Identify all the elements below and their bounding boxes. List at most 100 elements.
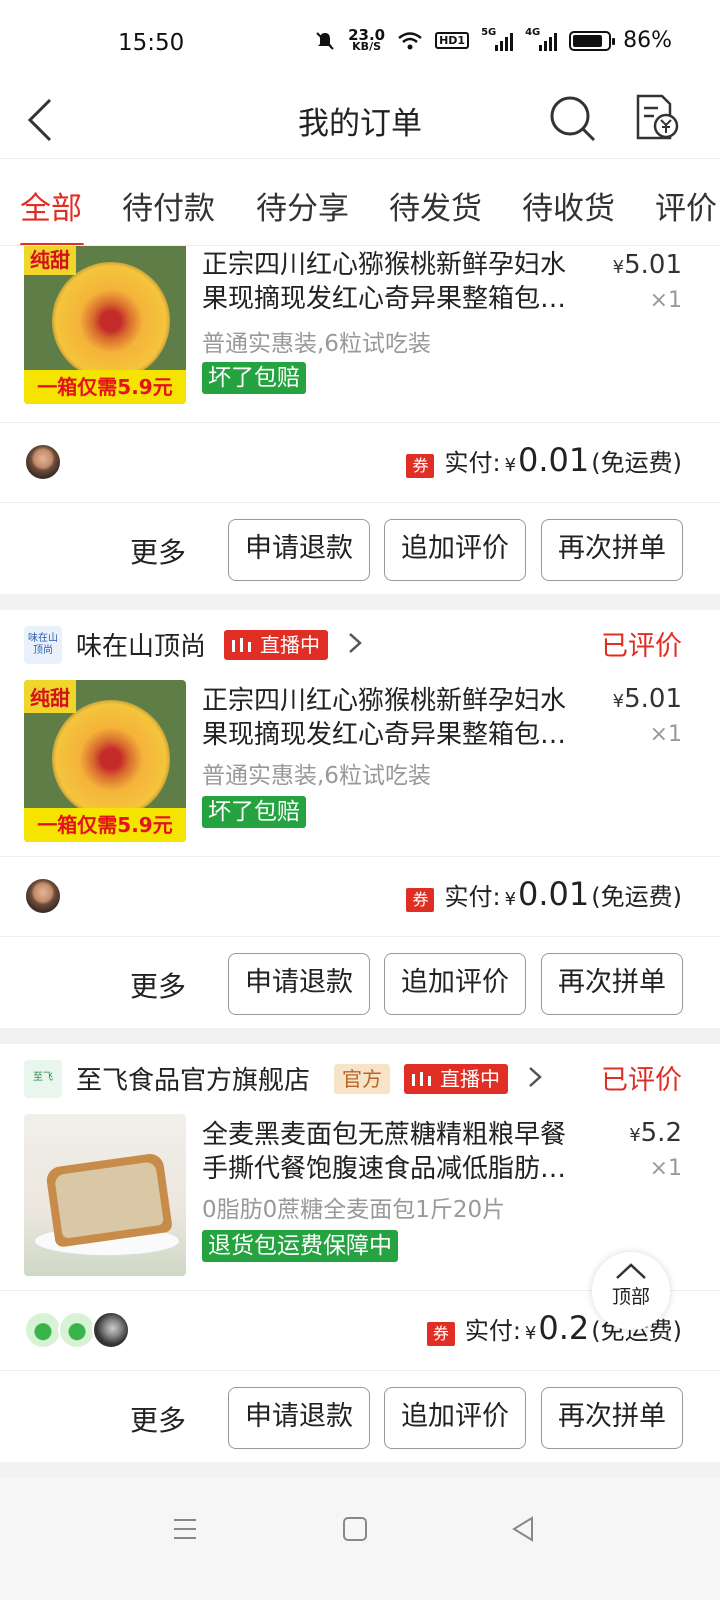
order-actions: 更多 申请退款 追加评价 再次拼单 — [0, 502, 720, 594]
status-time: 15:50 — [118, 30, 185, 56]
tab-pending-payment[interactable]: 待付款 — [122, 183, 215, 228]
guarantee-badge: 坏了包赔 — [202, 796, 306, 828]
order-card: 味在山顶尚 味在山顶尚 直播中 已评价 纯甜 一箱仅需5.9元 正宗四川红心猕猴… — [0, 610, 720, 1028]
coupon-icon: 券 — [426, 1322, 455, 1346]
avatar — [92, 1311, 130, 1349]
bill-icon[interactable] — [632, 92, 682, 144]
live-bars-icon — [232, 638, 251, 652]
product-spec: 普通实惠装,6粒试吃装 — [202, 331, 431, 357]
product-price: ¥5.2 — [629, 1118, 682, 1148]
product-price: ¥5.01 — [612, 250, 682, 280]
tab-pending-receive[interactable]: 待收货 — [522, 183, 615, 228]
product-spec: 0脂肪0蔗糖全麦面包1斤20片 — [202, 1197, 506, 1223]
net-speed: 23.0 KB/S — [348, 25, 386, 53]
add-review-button[interactable]: 追加评价 — [384, 953, 526, 1015]
tab-pending-share[interactable]: 待分享 — [256, 183, 349, 228]
product-price: ¥5.01 — [612, 684, 682, 714]
order-card: 至飞 至飞食品官方旗舰店 官方 直播中 已评价 全麦黑麦面包无蔗糖精粗粮早餐 手… — [0, 1044, 720, 1462]
product-spec: 普通实惠装,6粒试吃装 — [202, 763, 431, 789]
chevron-up-icon — [616, 1263, 646, 1279]
product-quantity: ×1 — [649, 1156, 682, 1181]
tab-all[interactable]: 全部 — [20, 183, 82, 228]
group-avatars — [24, 1311, 130, 1349]
header: 我的订单 — [0, 88, 720, 158]
refund-button[interactable]: 申请退款 — [228, 953, 370, 1015]
more-button[interactable]: 更多 — [130, 965, 186, 1005]
menu-icon[interactable] — [170, 1514, 200, 1544]
reorder-button[interactable]: 再次拼单 — [541, 953, 683, 1015]
back-to-top-button[interactable]: 顶部 — [592, 1252, 670, 1330]
live-bars-icon — [412, 1072, 431, 1086]
search-icon[interactable] — [548, 94, 598, 144]
divider — [0, 1028, 720, 1044]
add-review-button[interactable]: 追加评价 — [384, 1387, 526, 1449]
refund-button[interactable]: 申请退款 — [228, 1387, 370, 1449]
wifi-icon — [398, 31, 422, 49]
chevron-right-icon[interactable] — [526, 1062, 544, 1092]
guarantee-badge: 退货包运费保障中 — [202, 1230, 398, 1262]
shop-logo: 至飞 — [24, 1060, 62, 1098]
product-title: 正宗四川红心猕猴桃新鲜孕妇水 果现摘现发红心奇异果整箱包… — [202, 686, 567, 750]
tab-pending-ship[interactable]: 待发货 — [389, 183, 482, 228]
product-quantity: ×1 — [649, 722, 682, 747]
paid-amount: 0.2 — [538, 1309, 590, 1347]
order-status: 已评价 — [601, 1065, 682, 1096]
product-image: 纯甜 一箱仅需5.9元 — [24, 680, 186, 842]
group-avatars — [24, 877, 62, 915]
more-button[interactable]: 更多 — [130, 1399, 186, 1439]
group-avatars — [24, 443, 62, 481]
payment-info: 券 实付: ¥ 0.01 (免运费) — [406, 441, 682, 479]
battery-level — [573, 34, 603, 47]
shop-logo: 味在山顶尚 — [24, 626, 62, 664]
battery-percent: 86% — [623, 28, 672, 53]
avatar — [24, 1311, 62, 1349]
product-quantity: ×1 — [649, 288, 682, 313]
add-review-button[interactable]: 追加评价 — [384, 519, 526, 581]
more-button[interactable]: 更多 — [130, 531, 186, 571]
order-card: 纯甜 一箱仅需5.9元 正宗四川红心猕猴桃新鲜孕妇水 果现摘现发红心奇异果整箱包… — [0, 246, 720, 594]
order-actions: 更多 申请退款 追加评价 再次拼单 — [0, 1370, 720, 1464]
order-tabs: 全部 待付款 待分享 待发货 待收货 评价 — [0, 158, 720, 246]
signal-5g-icon: 5G — [481, 27, 514, 51]
product-title: 全麦黑麦面包无蔗糖精粗粮早餐 手撕代餐饱腹速食品减低脂肪… — [202, 1120, 567, 1184]
live-badge[interactable]: 直播中 — [404, 1064, 508, 1094]
tab-review[interactable]: 评价 — [655, 183, 717, 228]
chevron-right-icon[interactable] — [346, 628, 364, 658]
reorder-button[interactable]: 再次拼单 — [541, 519, 683, 581]
payment-row: 券 实付: ¥ 0.01 (免运费) — [0, 422, 720, 502]
product-image: 纯甜 一箱仅需5.9元 — [24, 246, 186, 404]
paid-amount: 0.01 — [518, 441, 590, 479]
page-title: 我的订单 — [298, 106, 422, 142]
refund-button[interactable]: 申请退款 — [228, 519, 370, 581]
avatar — [24, 877, 62, 915]
paid-amount: 0.01 — [518, 875, 590, 913]
divider — [0, 594, 720, 610]
divider — [0, 1462, 720, 1478]
system-nav-bar — [0, 1478, 720, 1600]
product-image — [24, 1114, 186, 1276]
shop-name[interactable]: 味在山顶尚 — [76, 626, 206, 663]
shop-name[interactable]: 至飞食品官方旗舰店 — [76, 1060, 310, 1097]
status-icons: 23.0 KB/S HD1 5G 4G 86% — [314, 25, 672, 53]
shop-row[interactable]: 味在山顶尚 味在山顶尚 直播中 已评价 — [0, 610, 720, 680]
live-badge[interactable]: 直播中 — [224, 630, 328, 660]
home-icon[interactable] — [340, 1514, 370, 1544]
order-status: 已评价 — [601, 631, 682, 662]
coupon-icon: 券 — [406, 454, 435, 478]
battery-icon — [569, 30, 616, 51]
mute-bell-icon — [316, 31, 334, 50]
payment-info: 券 实付: ¥ 0.01 (免运费) — [406, 875, 682, 913]
back-nav-icon[interactable] — [508, 1514, 538, 1544]
order-actions: 更多 申请退款 追加评价 再次拼单 — [0, 936, 720, 1030]
product-item[interactable]: 纯甜 一箱仅需5.9元 正宗四川红心猕猴桃新鲜孕妇水 果现摘现发红心奇异果整箱包… — [0, 246, 720, 422]
reorder-button[interactable]: 再次拼单 — [541, 1387, 683, 1449]
avatar — [24, 443, 62, 481]
shop-row[interactable]: 至飞 至飞食品官方旗舰店 官方 直播中 已评价 — [0, 1044, 720, 1114]
product-item[interactable]: 纯甜 一箱仅需5.9元 正宗四川红心猕猴桃新鲜孕妇水 果现摘现发红心奇异果整箱包… — [0, 680, 720, 856]
coupon-icon: 券 — [406, 888, 435, 912]
official-badge: 官方 — [334, 1064, 390, 1094]
guarantee-badge: 坏了包赔 — [202, 362, 306, 394]
payment-row: 券 实付: ¥ 0.01 (免运费) — [0, 856, 720, 936]
signal-4g-icon: 4G — [525, 27, 558, 51]
status-bar: 15:50 23.0 KB/S HD1 5G 4G 86% — [0, 0, 720, 88]
